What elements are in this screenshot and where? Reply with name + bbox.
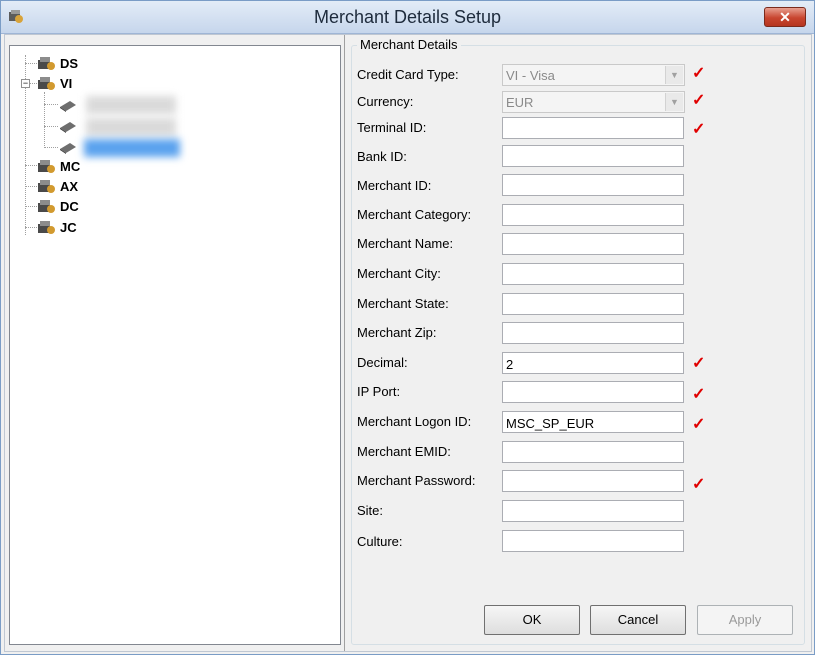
merchant-password-label: Merchant Password:: [357, 473, 476, 488]
card-group-icon: [38, 200, 55, 213]
currency-label: Currency:: [357, 94, 414, 109]
credit-card-type-label: Credit Card Type:: [357, 67, 459, 82]
site-label: Site:: [357, 503, 384, 518]
credit-card-type-value: VI - Visa: [506, 68, 555, 83]
merchant-name-label: Merchant Name:: [357, 236, 454, 251]
bank-id-label: Bank ID:: [357, 149, 407, 164]
merchant-id-input[interactable]: [502, 174, 684, 196]
tree-connector: [44, 92, 45, 148]
window-title: Merchant Details Setup: [313, 7, 502, 27]
ok-button[interactable]: OK: [484, 605, 580, 635]
terminal-id-input[interactable]: [502, 117, 684, 139]
merchant-emid-input[interactable]: [502, 441, 684, 463]
decimal-input[interactable]: [502, 352, 684, 374]
group-title: Merchant Details: [357, 37, 461, 52]
tree-node-mc[interactable]: MC: [37, 157, 80, 175]
tree-node-vi[interactable]: VI: [37, 74, 72, 92]
tree-connector: [25, 206, 37, 207]
card-group-icon: [38, 57, 55, 70]
bank-id-input[interactable]: [502, 145, 684, 167]
merchant-logon-id-input[interactable]: [502, 411, 684, 433]
required-check-icon: ✓: [692, 416, 706, 433]
card-type-tree[interactable]: − DS VI MC AX DC JC: [9, 45, 341, 645]
ip-port-label: IP Port:: [357, 384, 401, 399]
card-icon: [60, 143, 76, 154]
merchant-city-input[interactable]: [502, 263, 684, 285]
cancel-button[interactable]: Cancel: [590, 605, 686, 635]
tree-node-dc[interactable]: DC: [37, 197, 79, 215]
credit-card-type-select[interactable]: VI - Visa ▼: [502, 64, 685, 86]
merchant-category-input[interactable]: [502, 204, 684, 226]
tree-node-ax[interactable]: AX: [37, 177, 78, 195]
close-button[interactable]: ✕: [764, 7, 806, 27]
terminal-id-label: Terminal ID:: [357, 120, 427, 135]
tree-connector: [25, 63, 37, 64]
merchant-name-input[interactable]: [502, 233, 684, 255]
ip-port-input[interactable]: [502, 381, 684, 403]
card-group-icon: [38, 160, 55, 173]
required-check-icon: ✓: [692, 65, 706, 82]
tree-connector: [25, 186, 37, 187]
required-check-icon: ✓: [692, 386, 706, 403]
chevron-down-icon[interactable]: ▼: [665, 66, 683, 84]
tree-connector: [44, 147, 58, 148]
culture-label: Culture:: [357, 534, 403, 549]
tree-connector: [25, 227, 37, 228]
tree-child-merchant[interactable]: [58, 96, 78, 114]
tree-connector: [44, 126, 58, 127]
merchant-city-label: Merchant City:: [357, 266, 441, 281]
merchant-state-input[interactable]: [502, 293, 684, 315]
currency-select[interactable]: EUR ▼: [502, 91, 685, 113]
redacted-label: [86, 118, 176, 136]
required-check-icon: ✓: [692, 476, 706, 493]
required-check-icon: ✓: [692, 92, 706, 109]
tree-node-label: VI: [60, 75, 73, 91]
site-input[interactable]: [502, 500, 684, 522]
panel-splitter[interactable]: [344, 35, 345, 651]
merchant-state-label: Merchant State:: [357, 296, 449, 311]
tree-node-label: DC: [60, 198, 79, 214]
card-group-icon: [38, 221, 55, 234]
tree-connector: [30, 83, 37, 84]
decimal-label: Decimal:: [357, 355, 408, 370]
redacted-label: [86, 96, 176, 114]
tree-node-label: DS: [60, 55, 79, 71]
tree-node-label: JC: [60, 219, 77, 235]
card-icon: [60, 122, 76, 133]
tree-expander-vi[interactable]: −: [21, 79, 30, 88]
currency-value: EUR: [506, 95, 534, 110]
tree-child-merchant[interactable]: [58, 138, 78, 156]
culture-input[interactable]: [502, 530, 684, 552]
card-group-icon: [38, 180, 55, 193]
title-bar[interactable]: Merchant Details Setup ✕: [1, 1, 814, 34]
tree-child-merchant[interactable]: [58, 117, 78, 135]
tree-node-ds[interactable]: DS: [37, 54, 78, 72]
merchant-zip-label: Merchant Zip:: [357, 325, 437, 340]
chevron-down-icon[interactable]: ▼: [665, 93, 683, 111]
merchant-logon-id-label: Merchant Logon ID:: [357, 414, 472, 429]
merchant-password-input[interactable]: [502, 470, 684, 492]
tree-node-jc[interactable]: JC: [37, 218, 77, 236]
tree-node-label: AX: [60, 178, 79, 194]
redacted-selected-label: [84, 139, 180, 157]
apply-button[interactable]: Apply: [697, 605, 793, 635]
tree-connector: [25, 165, 37, 166]
merchant-category-label: Merchant Category:: [357, 207, 472, 222]
tree-connector: [44, 104, 58, 105]
merchant-zip-input[interactable]: [502, 322, 684, 344]
required-check-icon: ✓: [692, 355, 706, 372]
merchant-emid-label: Merchant EMID:: [357, 444, 451, 459]
merchant-id-label: Merchant ID:: [357, 178, 432, 193]
tree-node-label: MC: [60, 158, 81, 174]
card-group-icon: [38, 77, 55, 90]
card-icon: [60, 101, 76, 112]
required-check-icon: ✓: [692, 121, 706, 138]
